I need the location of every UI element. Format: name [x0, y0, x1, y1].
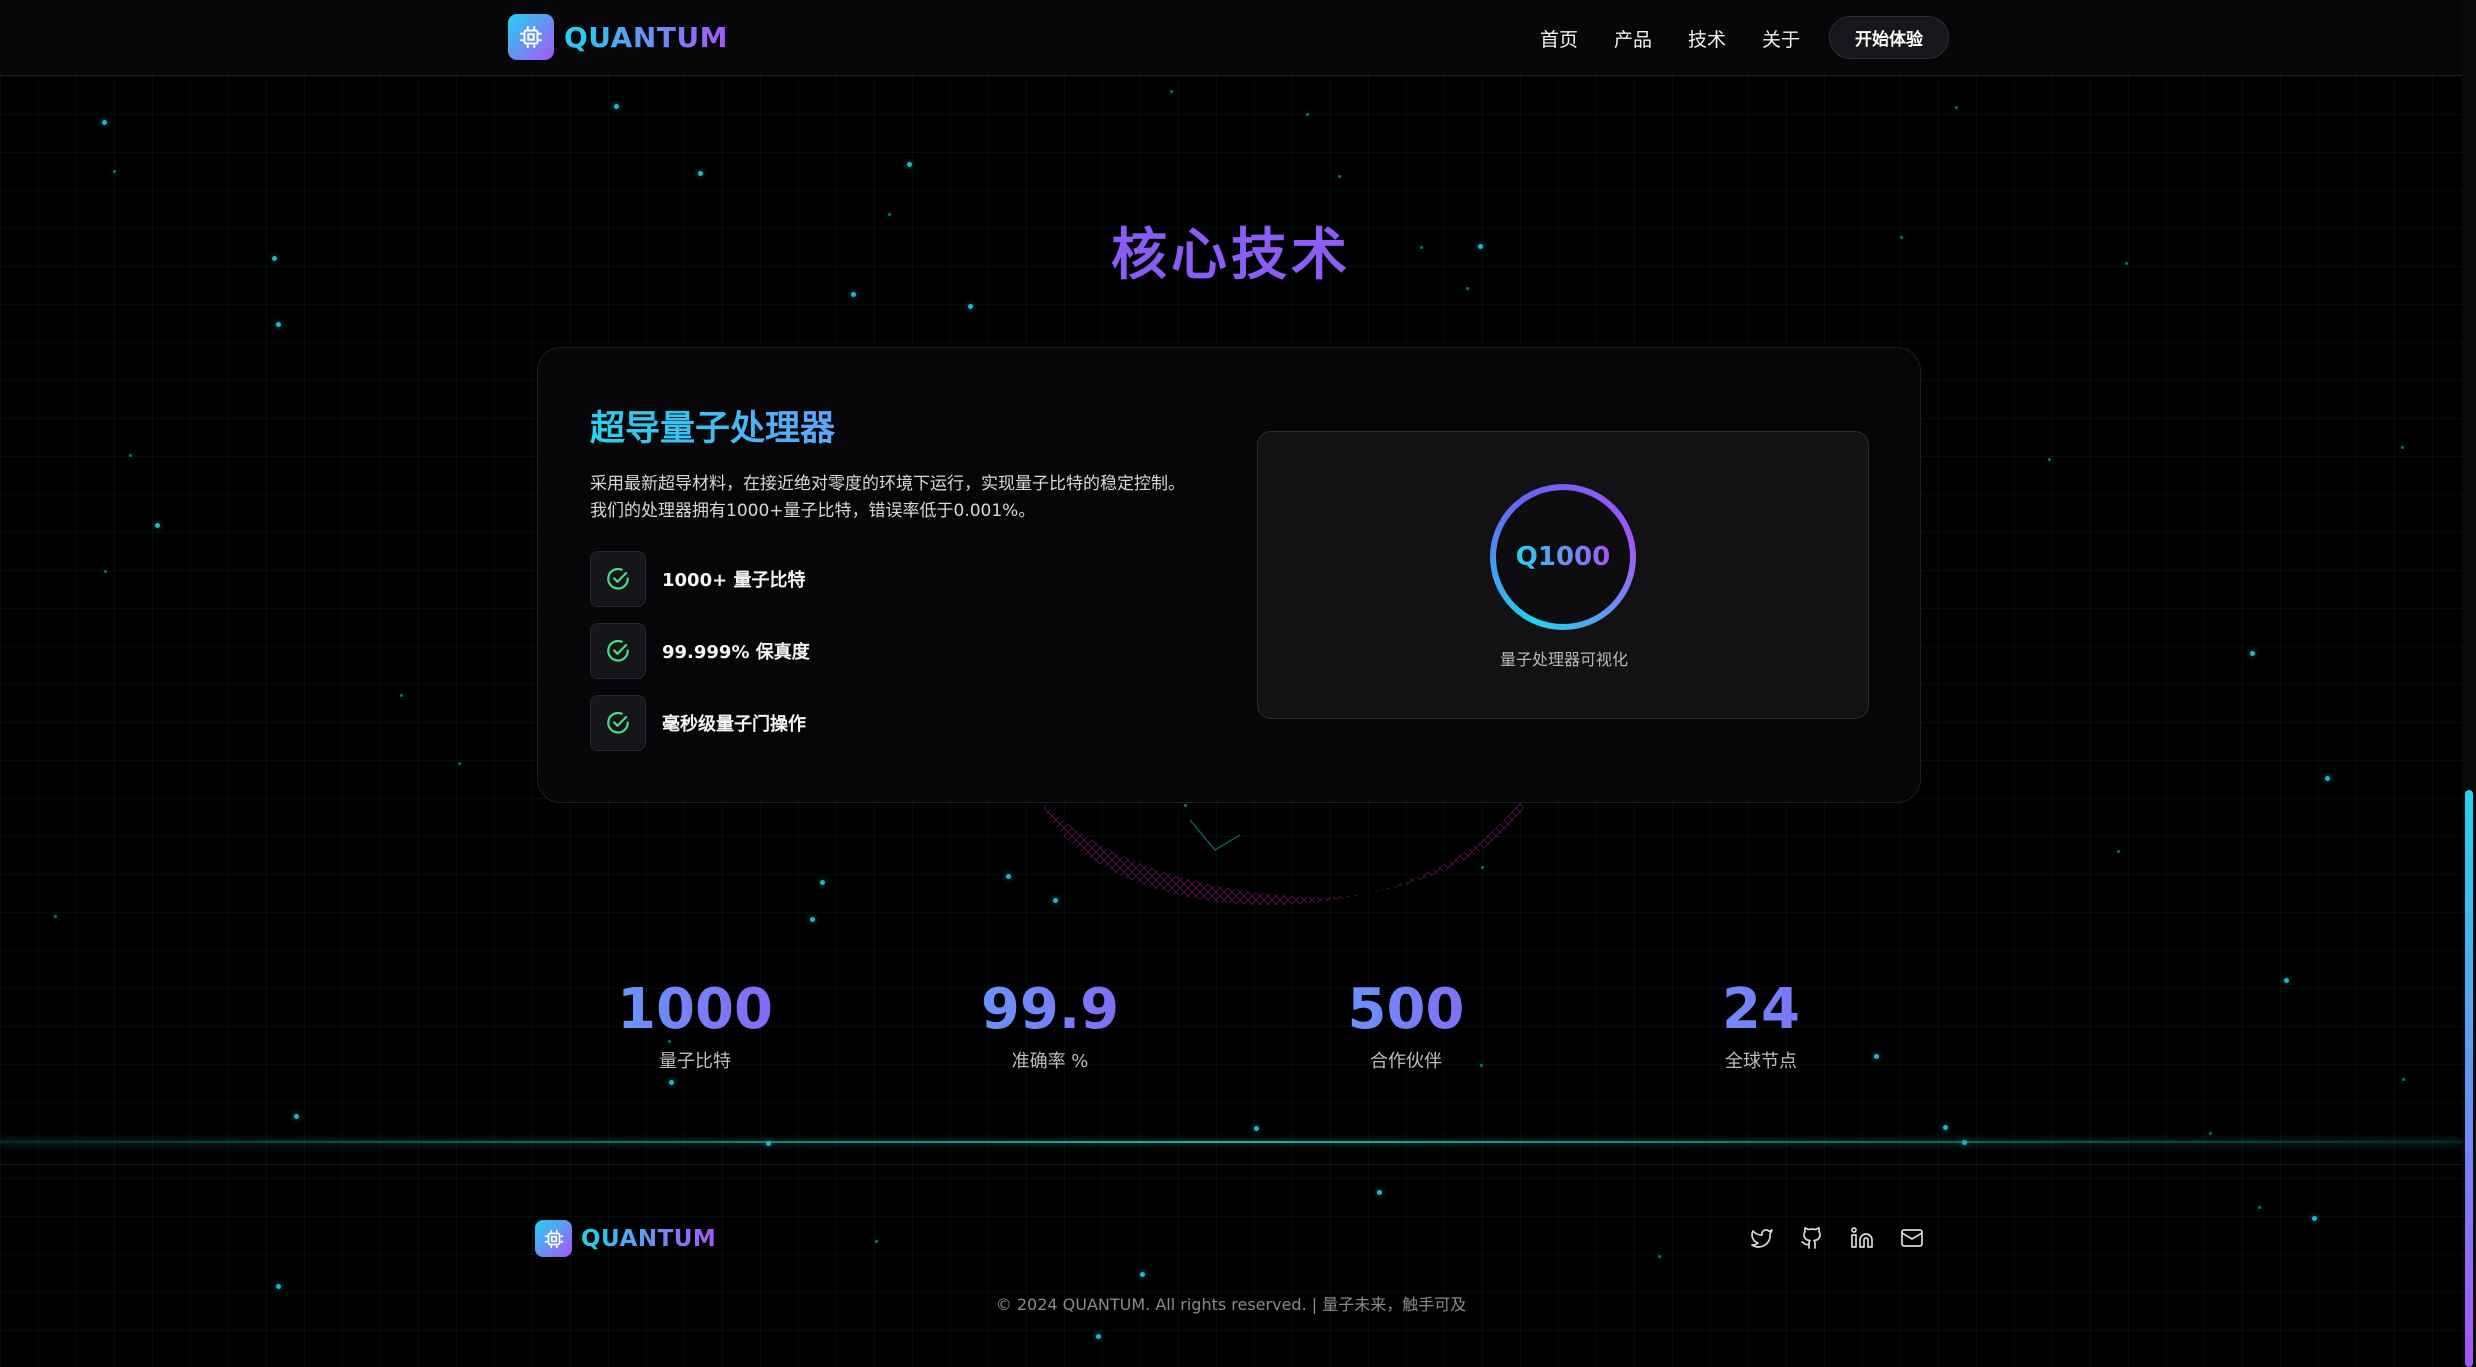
stat-accuracy: 99.9 准确率 % — [920, 975, 1180, 1073]
footer-brand-logo[interactable]: QUANTUM — [535, 1220, 716, 1257]
nav-about[interactable]: 关于 — [1762, 25, 1800, 52]
card-description: 采用最新超导材料，在接近绝对零度的环境下运行，实现量子比特的稳定控制。 我们的处… — [590, 474, 1185, 521]
divider-glow-line — [0, 1141, 2462, 1143]
stat-label: 合作伙伴 — [1370, 1051, 1442, 1072]
footer: QUANTUM © 2024 QUANTUM. All rights reser… — [0, 1164, 2462, 1367]
stat-label: 全球节点 — [1725, 1051, 1797, 1072]
stat-label: 量子比特 — [659, 1051, 731, 1072]
github-icon[interactable] — [1798, 1224, 1826, 1252]
visualization-caption: 量子处理器可视化 — [1499, 650, 1628, 669]
copyright-text: © 2024 QUANTUM. All rights reserved. | 量… — [995, 1295, 1467, 1314]
chip-icon — [535, 1220, 572, 1257]
brand-name: QUANTUM — [564, 20, 728, 54]
check-circle-icon — [590, 695, 646, 751]
feature-label: 1000+ 量子比特 — [662, 570, 806, 591]
nav-products[interactable]: 产品 — [1614, 25, 1652, 52]
stat-label: 准确率 % — [1011, 1051, 1089, 1072]
feature-item: 1000+ 量子比特 — [590, 551, 810, 607]
mail-icon[interactable] — [1898, 1224, 1926, 1252]
feature-label: 99.999% 保真度 — [662, 642, 810, 663]
check-circle-icon — [590, 623, 646, 679]
feature-item: 99.999% 保真度 — [590, 623, 810, 679]
brand-logo[interactable]: QUANTUM — [508, 14, 728, 60]
start-experience-button[interactable]: 开始体验 — [1829, 16, 1949, 59]
feature-item: 毫秒级量子门操作 — [590, 695, 810, 751]
feature-label: 毫秒级量子门操作 — [662, 714, 806, 735]
twitter-icon[interactable] — [1748, 1224, 1776, 1252]
scrollbar-thumb[interactable] — [2465, 790, 2473, 1367]
page-scrollbar[interactable] — [2462, 0, 2476, 1367]
page: QUANTUM 首页 产品 技术 关于 开始体验 核心技术 超导量子处理器 采用… — [0, 0, 2476, 1367]
processor-ring: Q1000 — [1490, 484, 1636, 630]
stat-value: 99.9 — [920, 975, 1180, 1045]
feature-list: 1000+ 量子比特 99.999% 保真度 毫秒级量子门操作 — [590, 551, 810, 767]
stat-value: 1000 — [565, 975, 825, 1045]
stat-value: 24 — [1631, 975, 1891, 1045]
processor-visualization: Q1000 量子处理器可视化 — [1257, 431, 1869, 719]
chip-icon — [508, 14, 554, 60]
nav-technology[interactable]: 技术 — [1688, 25, 1726, 52]
stat-qubits: 1000 量子比特 — [565, 975, 825, 1073]
top-nav-bar: QUANTUM 首页 产品 技术 关于 开始体验 — [0, 0, 2462, 76]
footer-brand-name: QUANTUM — [581, 1225, 717, 1252]
stat-partners: 500 合作伙伴 — [1276, 975, 1536, 1073]
social-links — [1748, 1224, 1926, 1252]
main-nav: 首页 产品 技术 关于 — [1540, 0, 1800, 76]
nav-home[interactable]: 首页 — [1540, 25, 1578, 52]
technology-card: 超导量子处理器 采用最新超导材料，在接近绝对零度的环境下运行，实现量子比特的稳定… — [537, 347, 1921, 803]
stat-nodes: 24 全球节点 — [1631, 975, 1891, 1073]
stat-value: 500 — [1276, 975, 1536, 1045]
card-title: 超导量子处理器 — [590, 400, 835, 451]
section-title: 核心技术 — [0, 210, 2462, 291]
check-circle-icon — [590, 551, 646, 607]
processor-code: Q1000 — [1515, 542, 1611, 572]
linkedin-icon[interactable] — [1848, 1224, 1876, 1252]
